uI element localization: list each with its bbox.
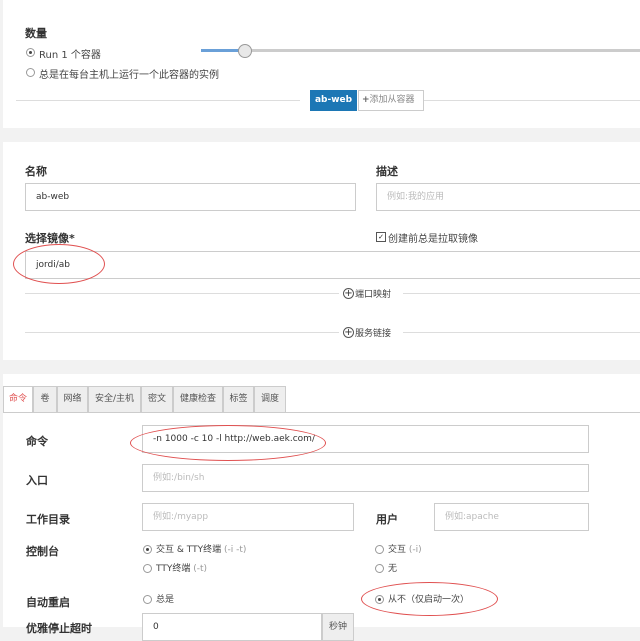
plus-icon: +: [362, 95, 370, 105]
pull-image-label: 创建前总是拉取镜像: [388, 234, 478, 245]
tab-labels[interactable]: 标签: [223, 386, 254, 412]
console-interactive-tty-radio[interactable]: [143, 545, 152, 554]
console-tty-text: TTY终端: [156, 564, 191, 574]
console-interactive-text: 交互: [388, 545, 407, 555]
console-interactive-label: 交互 (-i): [388, 542, 422, 555]
console-interactive-tty-hint: (-i -t): [223, 545, 247, 555]
entrypoint-label: 入口: [26, 474, 48, 487]
tab-secrets[interactable]: 密文: [141, 386, 173, 412]
container-tab-primary[interactable]: ab-web: [310, 90, 357, 111]
tab-health-check[interactable]: 健康检查: [173, 386, 223, 412]
tab-volumes[interactable]: 卷: [33, 386, 57, 412]
tab-scheduling[interactable]: 调度: [254, 386, 286, 412]
console-tty-label: TTY终端 (-t): [156, 561, 207, 574]
service-link-toggle[interactable]: + 服务链接: [341, 326, 403, 340]
service-form-card: 名称 ab-web 描述 例如:我的应用 选择镜像* jordi/ab ✓ 创建…: [3, 142, 640, 360]
pull-image-checkbox[interactable]: ✓: [376, 232, 386, 242]
service-link-divider-right: [403, 332, 640, 333]
add-sidekick-button[interactable]: +添加从容器: [358, 90, 424, 111]
container-tabs-divider-right: [424, 100, 640, 101]
stop-timeout-label: 优雅停止超时: [26, 622, 92, 635]
stop-timeout-unit: 秒钟: [322, 613, 354, 641]
port-mapping-divider-left: [25, 293, 339, 294]
quantity-heading: 数量: [25, 27, 47, 40]
slider-track: [201, 49, 640, 52]
service-link-label: 服务链接: [355, 329, 392, 339]
run-count-label: Run 1 个容器: [39, 50, 101, 61]
workdir-label: 工作目录: [26, 513, 70, 526]
restart-always-label: 总是: [156, 595, 175, 605]
container-tabs-divider-left: [16, 100, 300, 101]
console-interactive-tty-text: 交互 & TTY终端: [156, 545, 222, 555]
name-input[interactable]: ab-web: [25, 183, 356, 211]
add-sidekick-label: 添加从容器: [369, 95, 415, 105]
tabs-bottom-line: [3, 412, 640, 413]
annotation-ellipse-image: [13, 244, 105, 284]
stop-timeout-input[interactable]: 0: [142, 613, 322, 641]
restart-label: 自动重启: [26, 596, 70, 609]
workdir-input[interactable]: 例如:/myapp: [142, 503, 354, 531]
slider-handle[interactable]: [237, 44, 252, 58]
port-mapping-divider-right: [403, 293, 640, 294]
annotation-ellipse-restart: [361, 582, 498, 616]
command-label: 命令: [26, 435, 48, 448]
run-every-host-label: 总是在每台主机上运行一个此容器的实例: [39, 70, 219, 81]
console-none-label: 无: [388, 564, 398, 574]
plus-circle-icon: +: [343, 327, 354, 338]
port-mapping-label: 端口映射: [355, 290, 392, 300]
annotation-ellipse-command: [130, 425, 326, 461]
description-label: 描述: [376, 165, 398, 178]
plus-circle-icon: +: [343, 288, 354, 299]
description-input[interactable]: 例如:我的应用: [376, 183, 640, 211]
port-mapping-toggle[interactable]: + 端口映射: [341, 287, 403, 301]
user-input[interactable]: 例如:apache: [434, 503, 589, 531]
user-label: 用户: [376, 513, 398, 526]
quantity-card: 数量 Run 1 个容器 总是在每台主机上运行一个此容器的实例 ab-web +…: [3, 0, 640, 128]
console-interactive-radio[interactable]: [375, 545, 384, 554]
console-interactive-hint: (-i): [408, 545, 422, 555]
tab-security-host[interactable]: 安全/主机: [88, 386, 141, 412]
entrypoint-input[interactable]: 例如:/bin/sh: [142, 464, 589, 492]
restart-always-radio[interactable]: [143, 595, 152, 604]
image-input[interactable]: jordi/ab: [25, 251, 640, 279]
run-every-host-radio[interactable]: [26, 68, 35, 77]
run-count-radio[interactable]: [26, 48, 35, 57]
console-tty-hint: (-t): [193, 564, 208, 574]
service-link-divider-left: [25, 332, 339, 333]
scale-slider[interactable]: [201, 44, 640, 58]
console-tty-radio[interactable]: [143, 564, 152, 573]
tab-network[interactable]: 网络: [57, 386, 88, 412]
console-interactive-tty-label: 交互 & TTY终端 (-i -t): [156, 542, 246, 555]
console-label: 控制台: [26, 545, 59, 558]
name-label: 名称: [25, 165, 47, 178]
console-none-radio[interactable]: [375, 564, 384, 573]
tab-command[interactable]: 命令: [3, 386, 33, 412]
